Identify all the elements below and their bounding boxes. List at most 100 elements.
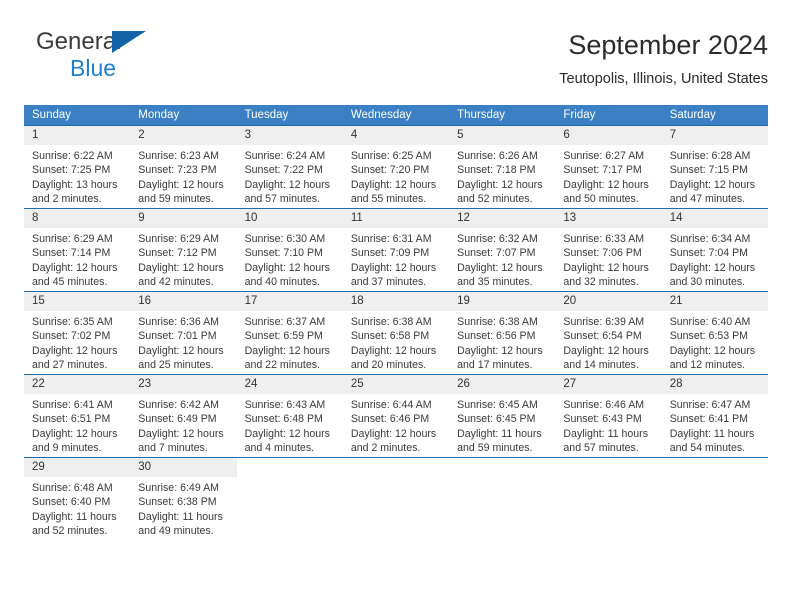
day-cell-inner: 4 Sunrise: 6:25 AM Sunset: 7:20 PM Daylight… — [342, 126, 450, 208]
day-details: Sunrise: 6:34 AM Sunset: 7:04 PM Daylight:… — [662, 228, 768, 290]
day-cell-inner — [555, 458, 662, 540]
daylight-duration-line1: Daylight: 12 hours — [669, 344, 756, 357]
sunrise-time: Sunrise: 6:28 AM — [669, 150, 751, 162]
calendar-day-cell[interactable]: 10 Sunrise: 6:30 AM Sunset: 7:10 PM Dayligh… — [236, 208, 343, 292]
calendar-day-cell[interactable]: 17 Sunrise: 6:37 AM Sunset: 6:59 PM Dayligh… — [236, 291, 343, 375]
calendar-day-cell[interactable]: 22 Sunrise: 6:41 AM Sunset: 6:51 PM Dayligh… — [24, 374, 131, 458]
sunrise-time: Sunrise: 6:38 AM — [457, 316, 538, 328]
day-number: 28 — [661, 375, 768, 394]
daylight-duration-line1: Daylight: 12 hours — [244, 344, 330, 357]
day-number: 21 — [661, 292, 768, 311]
sunset-time: Sunset: 7:02 PM — [32, 330, 111, 343]
sunrise-time: Sunrise: 6:47 AM — [669, 399, 751, 411]
calendar-day-cell[interactable]: 12 Sunrise: 6:32 AM Sunset: 7:07 PM Dayligh… — [449, 208, 556, 292]
day-number: 1 — [24, 126, 131, 145]
sunset-time: Sunset: 7:15 PM — [669, 164, 749, 177]
sunset-time: Sunset: 7:20 PM — [350, 164, 430, 177]
daylight-duration-line1: Daylight: 12 hours — [457, 261, 543, 274]
day-cell-inner — [236, 458, 343, 540]
daylight-duration-line2: and 52 minutes. — [457, 193, 533, 206]
calendar-day-cell[interactable]: 5 Sunrise: 6:26 AM Sunset: 7:18 PM Daylight… — [449, 125, 556, 209]
day-details: Sunrise: 6:47 AM Sunset: 6:41 PM Daylight:… — [662, 394, 768, 456]
day-details: Sunrise: 6:33 AM Sunset: 7:06 PM Daylight:… — [555, 228, 661, 290]
day-cell-inner: 22 Sunrise: 6:41 AM Sunset: 6:51 PM Dayligh… — [24, 375, 131, 457]
day-number: 23 — [130, 375, 237, 394]
calendar-day-cell[interactable]: 27 Sunrise: 6:46 AM Sunset: 6:43 PM Dayligh… — [555, 374, 662, 458]
calendar-day-cell[interactable]: 16 Sunrise: 6:36 AM Sunset: 7:01 PM Dayligh… — [130, 291, 237, 375]
calendar-day-cell[interactable]: 18 Sunrise: 6:38 AM Sunset: 6:58 PM Dayligh… — [342, 291, 450, 375]
sunrise-time: Sunrise: 6:35 AM — [32, 316, 113, 328]
daylight-duration-line2: and 25 minutes. — [138, 359, 214, 372]
calendar-day-cell[interactable]: 2 Sunrise: 6:23 AM Sunset: 7:23 PM Daylight… — [130, 125, 237, 209]
calendar-day-cell[interactable]: 11 Sunrise: 6:31 AM Sunset: 7:09 PM Dayligh… — [342, 208, 450, 292]
day-details: Sunrise: 6:27 AM Sunset: 7:17 PM Daylight:… — [555, 145, 661, 207]
calendar-day-cell[interactable]: 3 Sunrise: 6:24 AM Sunset: 7:22 PM Daylight… — [236, 125, 343, 209]
calendar-day-cell[interactable]: 29 Sunrise: 6:48 AM Sunset: 6:40 PM Dayligh… — [24, 457, 131, 540]
sunrise-time: Sunrise: 6:34 AM — [669, 233, 751, 245]
calendar-day-cell[interactable]: 26 Sunrise: 6:45 AM Sunset: 6:45 PM Dayligh… — [449, 374, 556, 458]
day-cell-inner: 11 Sunrise: 6:31 AM Sunset: 7:09 PM Dayligh… — [342, 209, 450, 291]
sunrise-time: Sunrise: 6:31 AM — [350, 233, 432, 245]
day-details: Sunrise: 6:43 AM Sunset: 6:48 PM Daylight:… — [237, 394, 343, 456]
daylight-duration-line1: Daylight: 12 hours — [563, 178, 649, 191]
daylight-duration-line1: Daylight: 12 hours — [244, 427, 330, 440]
day-cell-inner: 16 Sunrise: 6:36 AM Sunset: 7:01 PM Dayligh… — [130, 292, 237, 374]
daylight-duration-line1: Daylight: 12 hours — [350, 261, 437, 274]
sunset-time: Sunset: 7:04 PM — [669, 247, 749, 260]
daylight-duration-line1: Daylight: 12 hours — [350, 344, 437, 357]
day-number: 22 — [24, 375, 131, 394]
calendar-week-row: 8 Sunrise: 6:29 AM Sunset: 7:14 PM Daylight… — [24, 208, 768, 292]
sunset-time: Sunset: 6:56 PM — [457, 330, 536, 343]
daylight-duration-line1: Daylight: 12 hours — [138, 344, 224, 357]
sunset-time: Sunset: 6:58 PM — [350, 330, 430, 343]
daylight-duration-line1: Daylight: 12 hours — [138, 178, 224, 191]
day-number: 6 — [555, 126, 662, 145]
day-number: 19 — [449, 292, 556, 311]
daylight-duration-line1: Daylight: 12 hours — [350, 178, 437, 191]
sunrise-time: Sunrise: 6:43 AM — [244, 399, 326, 411]
daylight-duration-line2: and 27 minutes. — [32, 359, 108, 372]
sunset-time: Sunset: 7:17 PM — [563, 164, 642, 177]
daylight-duration-line2: and 22 minutes. — [244, 359, 320, 372]
daylight-duration-line2: and 57 minutes. — [244, 193, 320, 206]
daylight-duration-line1: Daylight: 12 hours — [563, 261, 649, 274]
sunset-time: Sunset: 7:01 PM — [138, 330, 217, 343]
daylight-duration-line2: and 32 minutes. — [563, 276, 639, 289]
day-number: 30 — [130, 458, 237, 477]
calendar-day-cell[interactable]: 1 Sunrise: 6:22 AM Sunset: 7:25 PM Daylight… — [24, 125, 131, 209]
day-details: Sunrise: 6:30 AM Sunset: 7:10 PM Daylight:… — [237, 228, 343, 290]
sunrise-time: Sunrise: 6:38 AM — [350, 316, 432, 328]
calendar-day-cell[interactable]: 28 Sunrise: 6:47 AM Sunset: 6:41 PM Dayligh… — [661, 374, 768, 458]
weekday-header-tuesday: Tuesday — [236, 105, 343, 126]
day-number: 29 — [24, 458, 131, 477]
calendar-day-cell[interactable]: 19 Sunrise: 6:38 AM Sunset: 6:56 PM Dayligh… — [449, 291, 556, 375]
sunrise-time: Sunrise: 6:29 AM — [138, 233, 219, 245]
sunrise-time: Sunrise: 6:22 AM — [32, 150, 113, 162]
daylight-duration-line2: and 7 minutes. — [138, 442, 208, 455]
day-details: Sunrise: 6:24 AM Sunset: 7:22 PM Daylight:… — [237, 145, 343, 207]
calendar-day-cell[interactable]: 6 Sunrise: 6:27 AM Sunset: 7:17 PM Daylight… — [555, 125, 662, 209]
calendar-day-cell[interactable]: 7 Sunrise: 6:28 AM Sunset: 7:15 PM Daylight… — [661, 125, 768, 209]
calendar-day-cell[interactable]: 23 Sunrise: 6:42 AM Sunset: 6:49 PM Dayligh… — [130, 374, 237, 458]
calendar-day-cell[interactable]: 15 Sunrise: 6:35 AM Sunset: 7:02 PM Dayligh… — [24, 291, 131, 375]
calendar-day-cell[interactable]: 9 Sunrise: 6:29 AM Sunset: 7:12 PM Daylight… — [130, 208, 237, 292]
calendar-day-cell[interactable]: 14 Sunrise: 6:34 AM Sunset: 7:04 PM Dayligh… — [661, 208, 768, 292]
daylight-duration-line1: Daylight: 12 hours — [138, 261, 224, 274]
calendar-day-cell[interactable]: 20 Sunrise: 6:39 AM Sunset: 6:54 PM Dayligh… — [555, 291, 662, 375]
day-details: Sunrise: 6:48 AM Sunset: 6:40 PM Daylight:… — [24, 477, 130, 539]
logo-text-blue: Blue — [70, 55, 117, 81]
general-blue-logo[interactable]: General Blue — [36, 30, 216, 86]
calendar-day-cell[interactable]: 21 Sunrise: 6:40 AM Sunset: 6:53 PM Dayligh… — [661, 291, 768, 375]
calendar-day-cell[interactable]: 30 Sunrise: 6:49 AM Sunset: 6:38 PM Dayligh… — [130, 457, 237, 540]
calendar-day-cell[interactable]: 24 Sunrise: 6:43 AM Sunset: 6:48 PM Dayligh… — [236, 374, 343, 458]
calendar-day-cell[interactable]: 4 Sunrise: 6:25 AM Sunset: 7:20 PM Daylight… — [342, 125, 450, 209]
calendar-day-cell[interactable]: 13 Sunrise: 6:33 AM Sunset: 7:06 PM Dayligh… — [555, 208, 662, 292]
sunset-time: Sunset: 6:48 PM — [244, 413, 323, 426]
daylight-duration-line2: and 35 minutes. — [457, 276, 533, 289]
day-cell-inner: 17 Sunrise: 6:37 AM Sunset: 6:59 PM Dayligh… — [236, 292, 343, 374]
daylight-duration-line1: Daylight: 11 hours — [457, 427, 542, 440]
calendar-day-cell[interactable]: 25 Sunrise: 6:44 AM Sunset: 6:46 PM Dayligh… — [342, 374, 450, 458]
day-number: 9 — [130, 209, 237, 228]
sunrise-time: Sunrise: 6:33 AM — [563, 233, 645, 245]
calendar-day-cell[interactable]: 8 Sunrise: 6:29 AM Sunset: 7:14 PM Daylight… — [24, 208, 131, 292]
